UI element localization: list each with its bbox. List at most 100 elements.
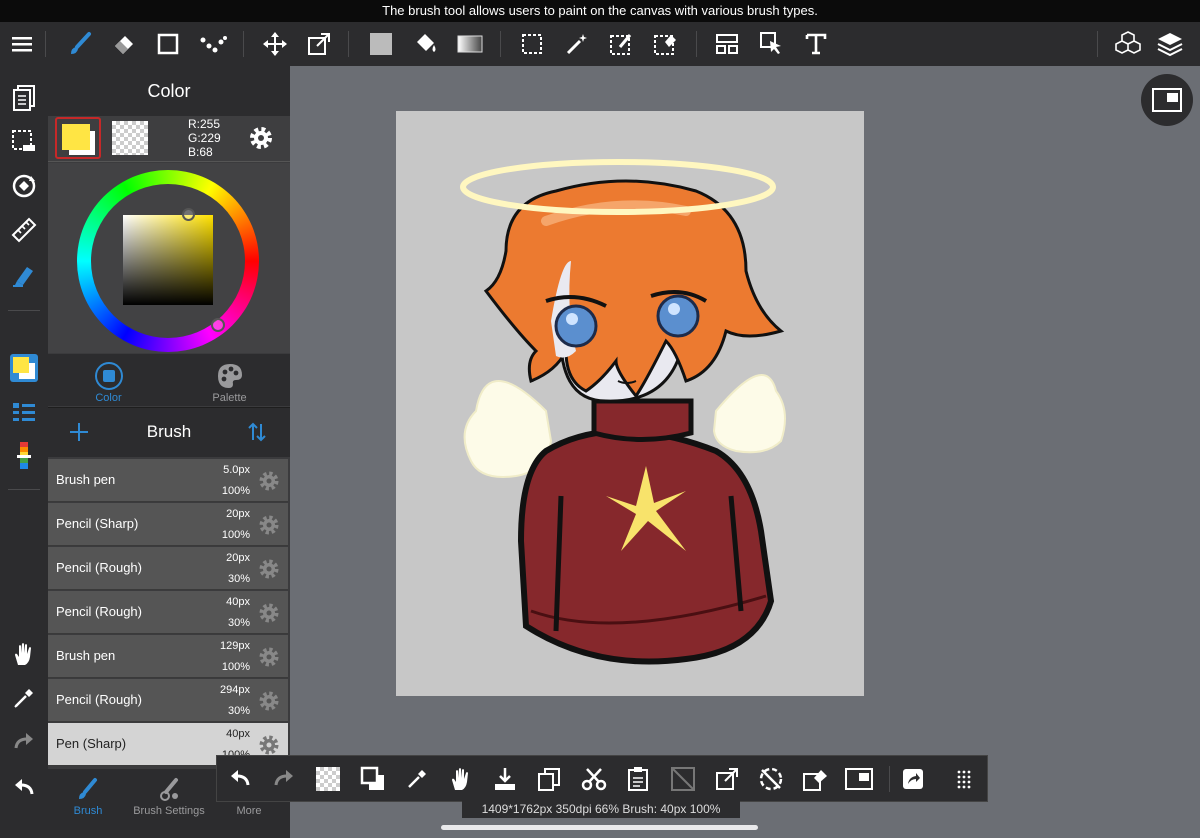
brush-name: Pencil (Rough) [56, 560, 142, 575]
brush-item[interactable]: Pencil (Rough) 294px 30% [48, 679, 288, 722]
tab-color[interactable]: Color [48, 354, 169, 406]
brush-settings-tab-icon [156, 777, 182, 803]
move-icon[interactable] [259, 28, 291, 60]
redo-icon[interactable] [268, 763, 300, 795]
home-indicator [441, 825, 758, 830]
dot-icon[interactable] [197, 28, 229, 60]
pen-icon[interactable] [8, 258, 40, 290]
brush-icon[interactable] [64, 28, 96, 60]
copy-icon[interactable] [533, 763, 565, 795]
cut-icon[interactable] [578, 763, 610, 795]
brush-item[interactable]: Pencil (Rough) 20px 30% [48, 547, 288, 590]
save-icon[interactable] [489, 763, 521, 795]
menu-icon[interactable] [6, 28, 38, 60]
select-icon[interactable] [516, 28, 548, 60]
tab-color-label: Color [95, 392, 122, 404]
transparent-icon[interactable] [312, 763, 344, 795]
sort-brush-icon[interactable] [246, 421, 268, 443]
magic-wand-icon[interactable] [561, 28, 593, 60]
brush-settings-gear-icon[interactable] [258, 470, 280, 492]
3d-icon[interactable] [1112, 28, 1144, 60]
share-icon[interactable] [897, 763, 929, 795]
brush-settings-gear-icon[interactable] [258, 734, 280, 756]
tooltip-text: The brush tool allows users to paint on … [382, 3, 818, 18]
brush-name: Pen (Sharp) [56, 736, 127, 751]
color-swatch-icon[interactable] [8, 352, 40, 384]
redo-icon[interactable] [8, 726, 40, 758]
saturation-value-square[interactable] [123, 215, 213, 305]
brush-item[interactable]: Brush pen 129px 100% [48, 635, 288, 678]
brush-item[interactable]: Pencil (Rough) 40px 30% [48, 591, 288, 634]
brush-name: Pencil (Rough) [56, 604, 142, 619]
brush-list-icon[interactable] [8, 396, 40, 428]
eraser-icon[interactable] [108, 28, 140, 60]
ruler-icon[interactable] [8, 214, 40, 246]
brush-settings-gear-icon[interactable] [258, 514, 280, 536]
brush-item[interactable]: Pencil (Sharp) 20px 100% [48, 503, 288, 546]
eyedropper-icon[interactable] [401, 763, 433, 795]
brush-settings-gear-icon[interactable] [258, 602, 280, 624]
eraser-icon[interactable] [799, 763, 831, 795]
grip-icon[interactable] [948, 763, 980, 795]
brush-opacity: 100% [221, 529, 250, 541]
color-swatch-row: R:255 G:229 B:68 [48, 116, 290, 162]
status-text: 1409*1762px 350dpi 66% Brush: 40px 100% [481, 802, 721, 816]
hand-icon[interactable] [445, 763, 477, 795]
canvas-icon[interactable] [843, 763, 875, 795]
sv-picker-handle[interactable] [182, 208, 195, 221]
rgb-readout: R:255 G:229 B:68 [188, 117, 221, 159]
layout-icon[interactable] [711, 28, 743, 60]
bucket-icon[interactable] [410, 28, 442, 60]
tab-brush-settings[interactable]: Brush Settings [128, 769, 210, 824]
selection-icon[interactable] [8, 126, 40, 158]
undo-icon[interactable] [8, 772, 40, 804]
color-tabs: Color Palette [48, 354, 290, 406]
fill-color-icon[interactable] [365, 28, 397, 60]
brush-size: 294px [220, 684, 250, 696]
side-panel: Color R:255 G:229 B:68 Color Palette Bru… [48, 66, 290, 838]
select-pen-icon[interactable] [605, 28, 637, 60]
hand-icon[interactable] [8, 638, 40, 670]
background-color-swatch[interactable] [112, 121, 148, 155]
shape-icon[interactable] [152, 28, 184, 60]
floating-toolbar [216, 755, 988, 802]
brush-size: 40px [226, 596, 250, 608]
color-settings-gear-icon[interactable] [248, 125, 274, 151]
brush-settings-gear-icon[interactable] [258, 690, 280, 712]
navigator-toggle-button[interactable] [1141, 74, 1193, 126]
tab-brush-settings-label: Brush Settings [133, 805, 205, 817]
foreground-color-swatch[interactable] [55, 117, 101, 159]
status-bar: 1409*1762px 350dpi 66% Brush: 40px 100% [462, 800, 740, 818]
swap-colors-icon[interactable] [357, 763, 389, 795]
paste-icon[interactable] [622, 763, 654, 795]
select-eraser-icon[interactable] [649, 28, 681, 60]
clear-icon[interactable] [667, 763, 699, 795]
brush-name: Pencil (Rough) [56, 692, 142, 707]
brush-name: Brush pen [56, 472, 116, 487]
color-bar-icon[interactable] [8, 440, 40, 472]
tab-palette[interactable]: Palette [169, 354, 290, 406]
text-icon[interactable] [800, 28, 832, 60]
blue-value: B:68 [188, 145, 213, 159]
select-arrow-icon[interactable] [756, 28, 788, 60]
green-value: G:229 [188, 131, 221, 145]
color-tab-icon [94, 362, 123, 390]
brush-item[interactable]: Brush pen 5.0px 100% [48, 459, 288, 502]
brush-opacity: 30% [227, 705, 250, 717]
hue-picker-handle[interactable] [211, 318, 225, 332]
rotate-icon[interactable] [8, 170, 40, 202]
artboard-canvas[interactable] [396, 111, 864, 696]
transform-icon[interactable] [303, 28, 335, 60]
eyedropper-icon[interactable] [8, 682, 40, 714]
gradient-icon[interactable] [454, 28, 486, 60]
layers-icon[interactable] [1154, 28, 1186, 60]
brush-size: 40px [226, 728, 250, 740]
transform-icon[interactable] [711, 763, 743, 795]
snap-icon[interactable] [755, 763, 787, 795]
tab-brush[interactable]: Brush [48, 769, 128, 824]
brush-settings-gear-icon[interactable] [258, 558, 280, 580]
undo-icon[interactable] [224, 763, 256, 795]
pages-icon[interactable] [8, 82, 40, 114]
brush-settings-gear-icon[interactable] [258, 646, 280, 668]
brush-opacity: 100% [221, 661, 250, 673]
